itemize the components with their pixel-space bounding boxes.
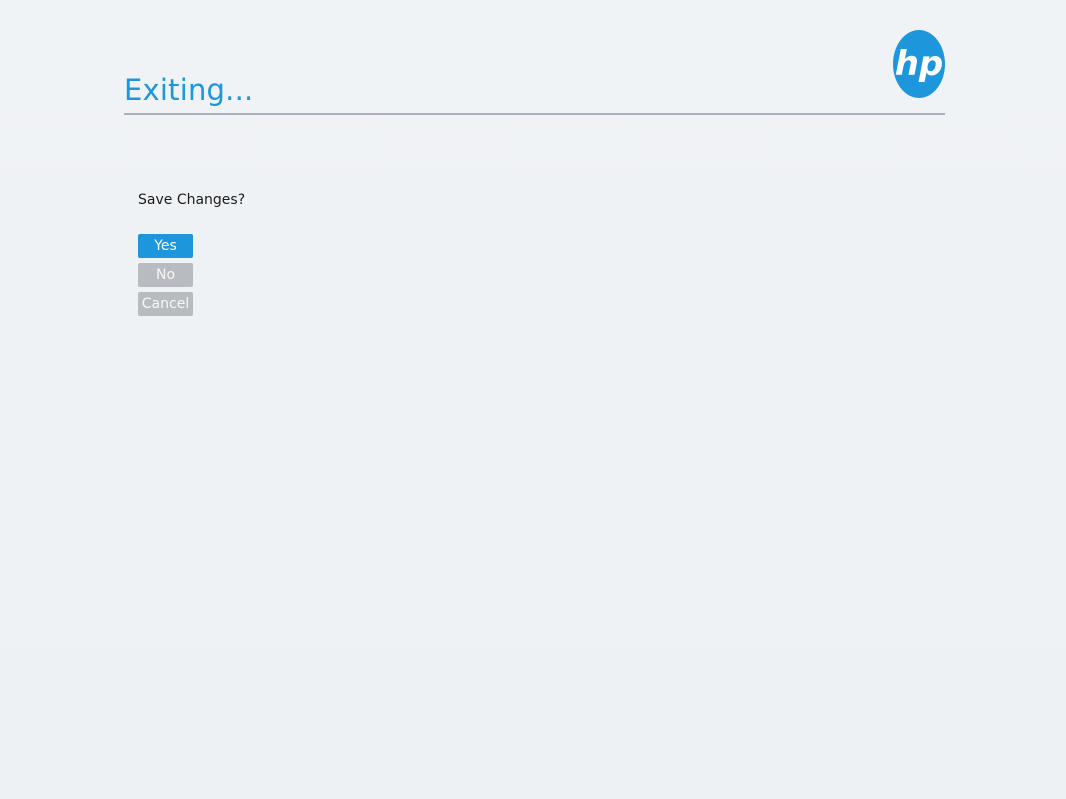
bios-exit-screen: Exiting... hp Save Changes? Yes No Cance… <box>0 0 1066 799</box>
page-title: Exiting... <box>124 73 254 107</box>
cancel-button[interactable]: Cancel <box>138 292 193 316</box>
yes-button[interactable]: Yes <box>138 234 193 258</box>
title-divider <box>124 113 945 115</box>
svg-text:hp: hp <box>895 44 944 84</box>
hp-logo-icon: hp <box>893 30 945 98</box>
no-button[interactable]: No <box>138 263 193 287</box>
save-changes-prompt: Save Changes? <box>138 192 246 208</box>
